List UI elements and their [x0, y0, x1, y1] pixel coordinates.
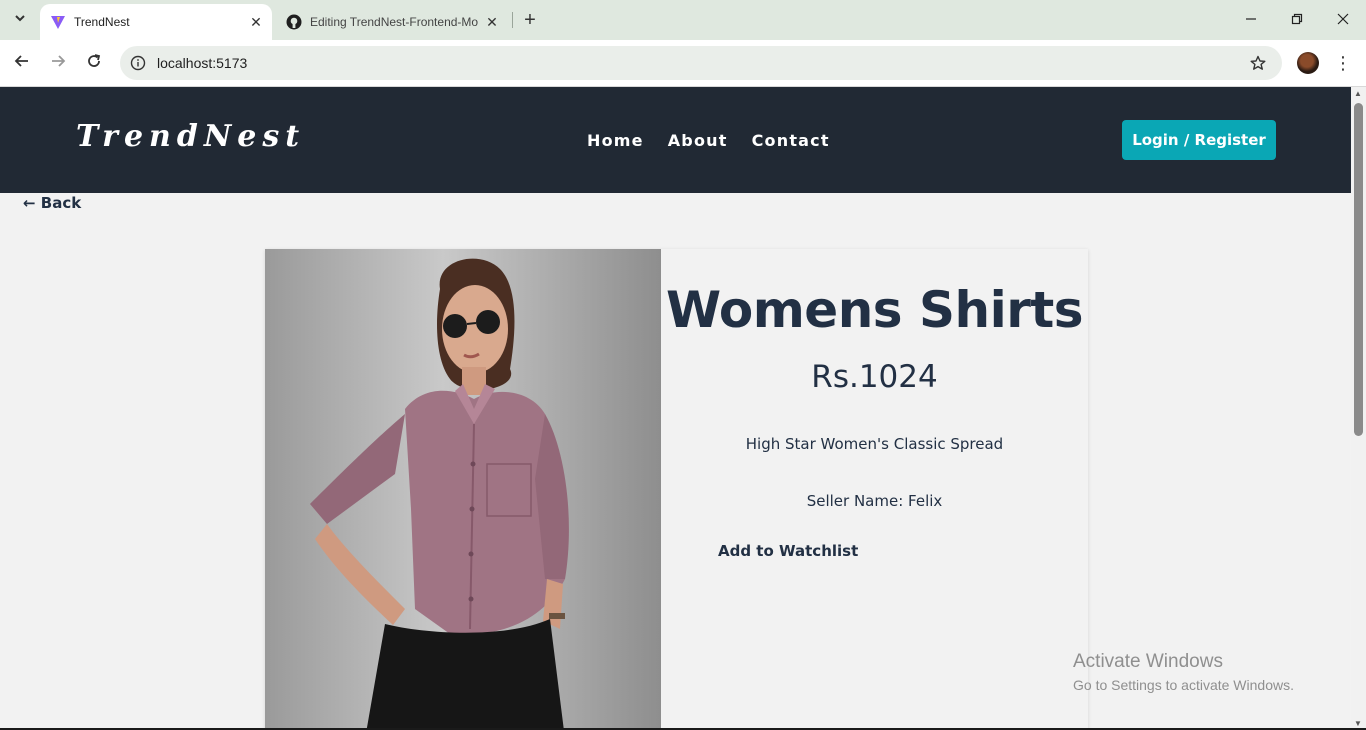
tab-search-button[interactable]	[8, 8, 32, 32]
back-nav-button[interactable]	[9, 50, 35, 76]
tab-github[interactable]: Editing TrendNest-Frontend-Mo ✕	[276, 4, 508, 40]
restore-icon	[1291, 12, 1303, 28]
activate-windows-watermark: Activate Windows Go to Settings to activ…	[1073, 651, 1294, 693]
profile-avatar[interactable]	[1297, 52, 1319, 74]
forward-nav-button[interactable]	[45, 50, 71, 76]
reload-icon	[86, 53, 102, 74]
tab-title: Editing TrendNest-Frontend-Mo	[310, 15, 479, 29]
site-logo[interactable]: TrendNest	[76, 119, 305, 154]
minimize-icon	[1245, 12, 1257, 28]
scroll-up-arrow-icon[interactable]: ▲	[1354, 89, 1362, 98]
close-window-button[interactable]	[1328, 6, 1358, 34]
close-icon	[1337, 12, 1349, 28]
product-details: Womens Shirts Rs.1024 High Star Women's …	[661, 249, 1088, 730]
site-info-icon[interactable]	[128, 53, 148, 73]
scrollbar-thumb[interactable]	[1354, 103, 1363, 436]
nav-contact[interactable]: Contact	[752, 131, 830, 150]
reload-button[interactable]	[81, 50, 107, 76]
scroll-down-arrow-icon[interactable]: ▼	[1354, 719, 1362, 728]
tab-title: TrendNest	[74, 15, 130, 29]
tab-trendnest[interactable]: TrendNest ✕	[40, 4, 272, 40]
chevron-down-icon	[14, 11, 26, 29]
more-vertical-icon: ⋮	[1334, 52, 1352, 73]
watermark-title: Activate Windows	[1073, 651, 1223, 672]
browser-tabstrip: TrendNest ✕ Editing TrendNest-Frontend-M…	[0, 0, 1366, 40]
page-viewport: TrendNest Home About Contact Login / Reg…	[0, 87, 1351, 730]
arrow-right-icon	[50, 53, 66, 74]
site-header: TrendNest Home About Contact Login / Reg…	[0, 87, 1351, 193]
browser-toolbar: localhost:5173 ⋮	[0, 40, 1366, 87]
product-card: Womens Shirts Rs.1024 High Star Women's …	[265, 249, 1088, 730]
nav-home[interactable]: Home	[587, 131, 644, 150]
main-nav: Home About Contact	[587, 131, 830, 150]
restore-button[interactable]	[1282, 6, 1312, 34]
vite-icon	[50, 14, 66, 30]
close-icon[interactable]: ✕	[482, 12, 502, 32]
url-text: localhost:5173	[157, 55, 248, 71]
product-title: Womens Shirts	[665, 281, 1084, 339]
minimize-button[interactable]	[1236, 6, 1266, 34]
new-tab-button[interactable]: +	[518, 8, 542, 32]
arrow-left-icon	[14, 53, 30, 74]
bookmark-star-icon[interactable]	[1248, 53, 1268, 73]
back-link[interactable]: ← Back	[23, 194, 81, 212]
seller-name: Seller Name: Felix	[806, 492, 943, 510]
github-icon	[286, 14, 302, 30]
address-bar[interactable]: localhost:5173	[120, 46, 1282, 80]
nav-about[interactable]: About	[668, 131, 728, 150]
tab-separator	[512, 12, 513, 28]
login-register-button[interactable]: Login / Register	[1122, 120, 1276, 160]
watermark-subtitle: Go to Settings to activate Windows.	[1073, 677, 1294, 693]
plus-icon: +	[524, 8, 536, 31]
add-to-watchlist-button[interactable]: Add to Watchlist	[718, 542, 858, 560]
product-description: High Star Women's Classic Spread	[745, 435, 1004, 453]
page-scrollbar[interactable]: ▲ ▼	[1351, 87, 1366, 730]
browser-menu-button[interactable]: ⋮	[1332, 52, 1354, 74]
product-price: Rs.1024	[811, 359, 938, 395]
close-icon[interactable]: ✕	[246, 12, 266, 32]
product-image	[265, 249, 661, 730]
